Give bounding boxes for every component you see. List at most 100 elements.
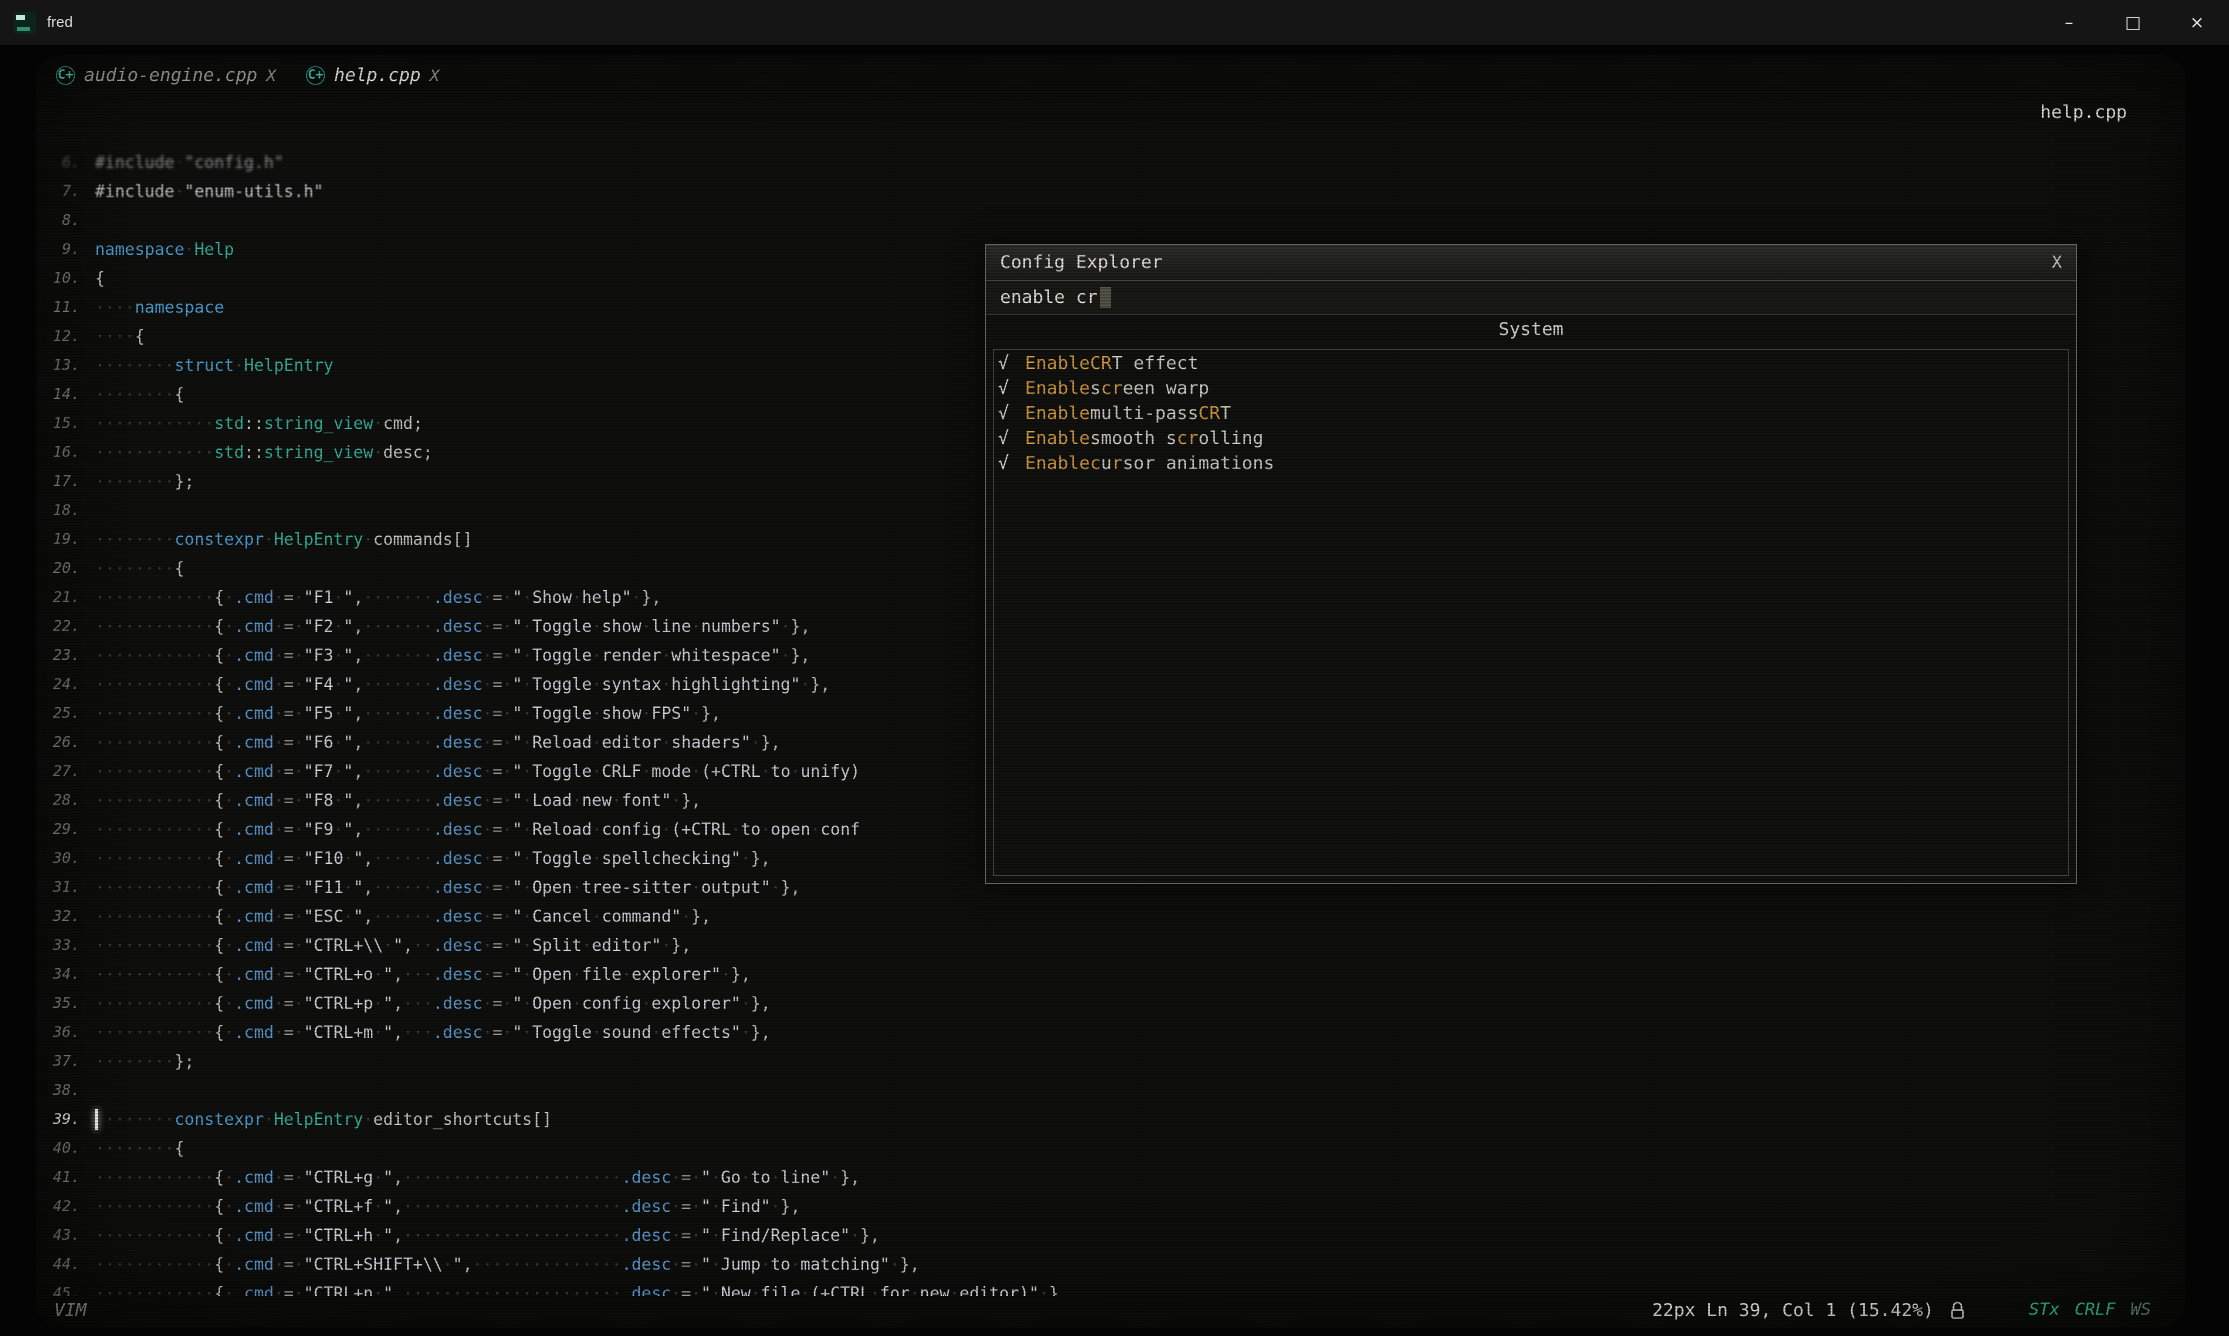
app-window: fred – □ × C+ audio-engine.cpp X C+ help… bbox=[0, 0, 2229, 1336]
app-icon bbox=[14, 12, 36, 34]
line-number: 37. bbox=[36, 1047, 95, 1076]
line-number: 28. bbox=[36, 786, 95, 815]
line-number: 26. bbox=[36, 728, 95, 757]
line-number: 16. bbox=[36, 438, 95, 467]
line-number: 38. bbox=[36, 1076, 95, 1105]
config-item[interactable]: √Enable smooth scrolling bbox=[998, 426, 2064, 451]
tab-help[interactable]: C+ help.cpp X bbox=[306, 65, 439, 86]
line-number: 22. bbox=[36, 612, 95, 641]
titlebar: fred – □ × bbox=[0, 0, 2229, 46]
status-indicator-stx: STx bbox=[2029, 1300, 2060, 1320]
item-text: s bbox=[1090, 378, 1101, 399]
config-search-input[interactable]: enable cr bbox=[986, 281, 2076, 315]
code-line[interactable]: 38. bbox=[36, 1076, 2183, 1105]
line-number: 35. bbox=[36, 989, 95, 1018]
code-line[interactable]: 6.#include·"config.h" bbox=[36, 148, 2183, 177]
cursor-position-text: 22px Ln 39, Col 1 (15.42%) bbox=[1652, 1300, 1934, 1321]
line-number: 33. bbox=[36, 931, 95, 960]
window-title: fred bbox=[47, 14, 73, 31]
line-number: 43. bbox=[36, 1221, 95, 1250]
config-item[interactable]: √Enable CRT effect bbox=[998, 351, 2064, 376]
minimize-button[interactable]: – bbox=[2037, 0, 2101, 45]
match-highlight: cr bbox=[1101, 378, 1123, 399]
line-number: 29. bbox=[36, 815, 95, 844]
config-item[interactable]: √Enable multi-pass CRT bbox=[998, 401, 2064, 426]
item-text: T bbox=[1220, 403, 1231, 424]
code-line[interactable]: 34.············{·.cmd·=·"CTRL+o·",···.de… bbox=[36, 960, 2183, 989]
status-indicators: STxCRLFWS bbox=[2029, 1300, 2151, 1320]
checkbox-checked-icon[interactable]: √ bbox=[998, 453, 1025, 474]
checkbox-checked-icon[interactable]: √ bbox=[998, 403, 1025, 424]
match-highlight: Enable bbox=[1025, 453, 1090, 474]
code-line[interactable]: 33.············{·.cmd·=·"CTRL+\\·",··.de… bbox=[36, 931, 2183, 960]
line-number: 19. bbox=[36, 525, 95, 554]
item-text: een warp bbox=[1123, 378, 1210, 399]
window-controls: – □ × bbox=[2037, 0, 2229, 45]
config-item[interactable]: √Enable cursor animations bbox=[998, 451, 2064, 476]
match-highlight: c bbox=[1090, 453, 1101, 474]
line-number: 11. bbox=[36, 293, 95, 322]
editor-screen: C+ audio-engine.cpp X C+ help.cpp X help… bbox=[36, 54, 2185, 1328]
line-number: 23. bbox=[36, 641, 95, 670]
code-line[interactable]: 41.············{·.cmd·=·"CTRL+g·",······… bbox=[36, 1163, 2183, 1192]
match-highlight: r bbox=[1112, 453, 1123, 474]
code-line[interactable]: 8. bbox=[36, 206, 2183, 235]
code-line[interactable]: 36.············{·.cmd·=·"CTRL+m·",···.de… bbox=[36, 1018, 2183, 1047]
popup-close-icon[interactable]: X bbox=[2052, 253, 2062, 273]
vim-mode-indicator: VIM bbox=[54, 1300, 87, 1321]
tab-close-icon[interactable]: X bbox=[266, 66, 276, 85]
line-number: 27. bbox=[36, 757, 95, 786]
line-number: 36. bbox=[36, 1018, 95, 1047]
code-line[interactable]: 43.············{·.cmd·=·"CTRL+h·",······… bbox=[36, 1221, 2183, 1250]
cpp-file-icon: C+ bbox=[56, 66, 75, 85]
line-number: 30. bbox=[36, 844, 95, 873]
line-number: 7. bbox=[36, 177, 95, 206]
line-number: 42. bbox=[36, 1192, 95, 1221]
line-number: 41. bbox=[36, 1163, 95, 1192]
line-number: 24. bbox=[36, 670, 95, 699]
line-number: 12. bbox=[36, 322, 95, 351]
tab-label: audio-engine.cpp bbox=[84, 65, 257, 86]
code-line[interactable]: 35.············{·.cmd·=·"CTRL+p·",···.de… bbox=[36, 989, 2183, 1018]
code-line[interactable]: 44.············{·.cmd·=·"CTRL+SHIFT+\\·"… bbox=[36, 1250, 2183, 1279]
lock-icon bbox=[1950, 1301, 1965, 1320]
config-item[interactable]: √Enable screen warp bbox=[998, 376, 2064, 401]
status-indicator-ws: WS bbox=[2131, 1300, 2151, 1320]
cpp-file-icon: C+ bbox=[306, 66, 325, 85]
match-highlight: cr bbox=[1177, 428, 1199, 449]
tab-close-icon[interactable]: X bbox=[430, 66, 440, 85]
line-number: 40. bbox=[36, 1134, 95, 1163]
line-number: 32. bbox=[36, 902, 95, 931]
line-number: 13. bbox=[36, 351, 95, 380]
checkbox-checked-icon[interactable]: √ bbox=[998, 378, 1025, 399]
item-text: sor animations bbox=[1123, 453, 1275, 474]
item-text: smooth s bbox=[1090, 428, 1177, 449]
code-line[interactable]: 42.············{·.cmd·=·"CTRL+f·",······… bbox=[36, 1192, 2183, 1221]
item-text: olling bbox=[1198, 428, 1263, 449]
checkbox-checked-icon[interactable]: √ bbox=[998, 353, 1025, 374]
line-number: 34. bbox=[36, 960, 95, 989]
match-highlight: CR bbox=[1198, 403, 1220, 424]
line-number: 44. bbox=[36, 1250, 95, 1279]
item-text: T effect bbox=[1112, 353, 1199, 374]
code-line[interactable]: 39.········constexpr·HelpEntry·editor_sh… bbox=[36, 1105, 2183, 1134]
line-number: 14. bbox=[36, 380, 95, 409]
tab-bar: C+ audio-engine.cpp X C+ help.cpp X bbox=[56, 58, 439, 92]
close-button[interactable]: × bbox=[2165, 0, 2229, 45]
match-highlight: CR bbox=[1090, 353, 1112, 374]
tab-audio-engine[interactable]: C+ audio-engine.cpp X bbox=[56, 65, 276, 86]
line-number: 10. bbox=[36, 264, 95, 293]
code-line[interactable]: 7.#include·"enum-utils.h" bbox=[36, 177, 2183, 206]
line-number: 39. bbox=[36, 1105, 95, 1134]
current-filename: help.cpp bbox=[2040, 102, 2127, 123]
checkbox-checked-icon[interactable]: √ bbox=[998, 428, 1025, 449]
popup-title: Config Explorer bbox=[1000, 252, 1163, 273]
line-number: 6. bbox=[36, 148, 95, 177]
code-line[interactable]: 40.········{ bbox=[36, 1134, 2183, 1163]
code-line[interactable]: 37.········}; bbox=[36, 1047, 2183, 1076]
code-line[interactable]: 32.············{·.cmd·=·"ESC·",······.de… bbox=[36, 902, 2183, 931]
item-text: multi-pass bbox=[1090, 403, 1198, 424]
line-number: 15. bbox=[36, 409, 95, 438]
maximize-button[interactable]: □ bbox=[2101, 0, 2165, 45]
search-query-text: enable cr bbox=[1000, 287, 1098, 308]
